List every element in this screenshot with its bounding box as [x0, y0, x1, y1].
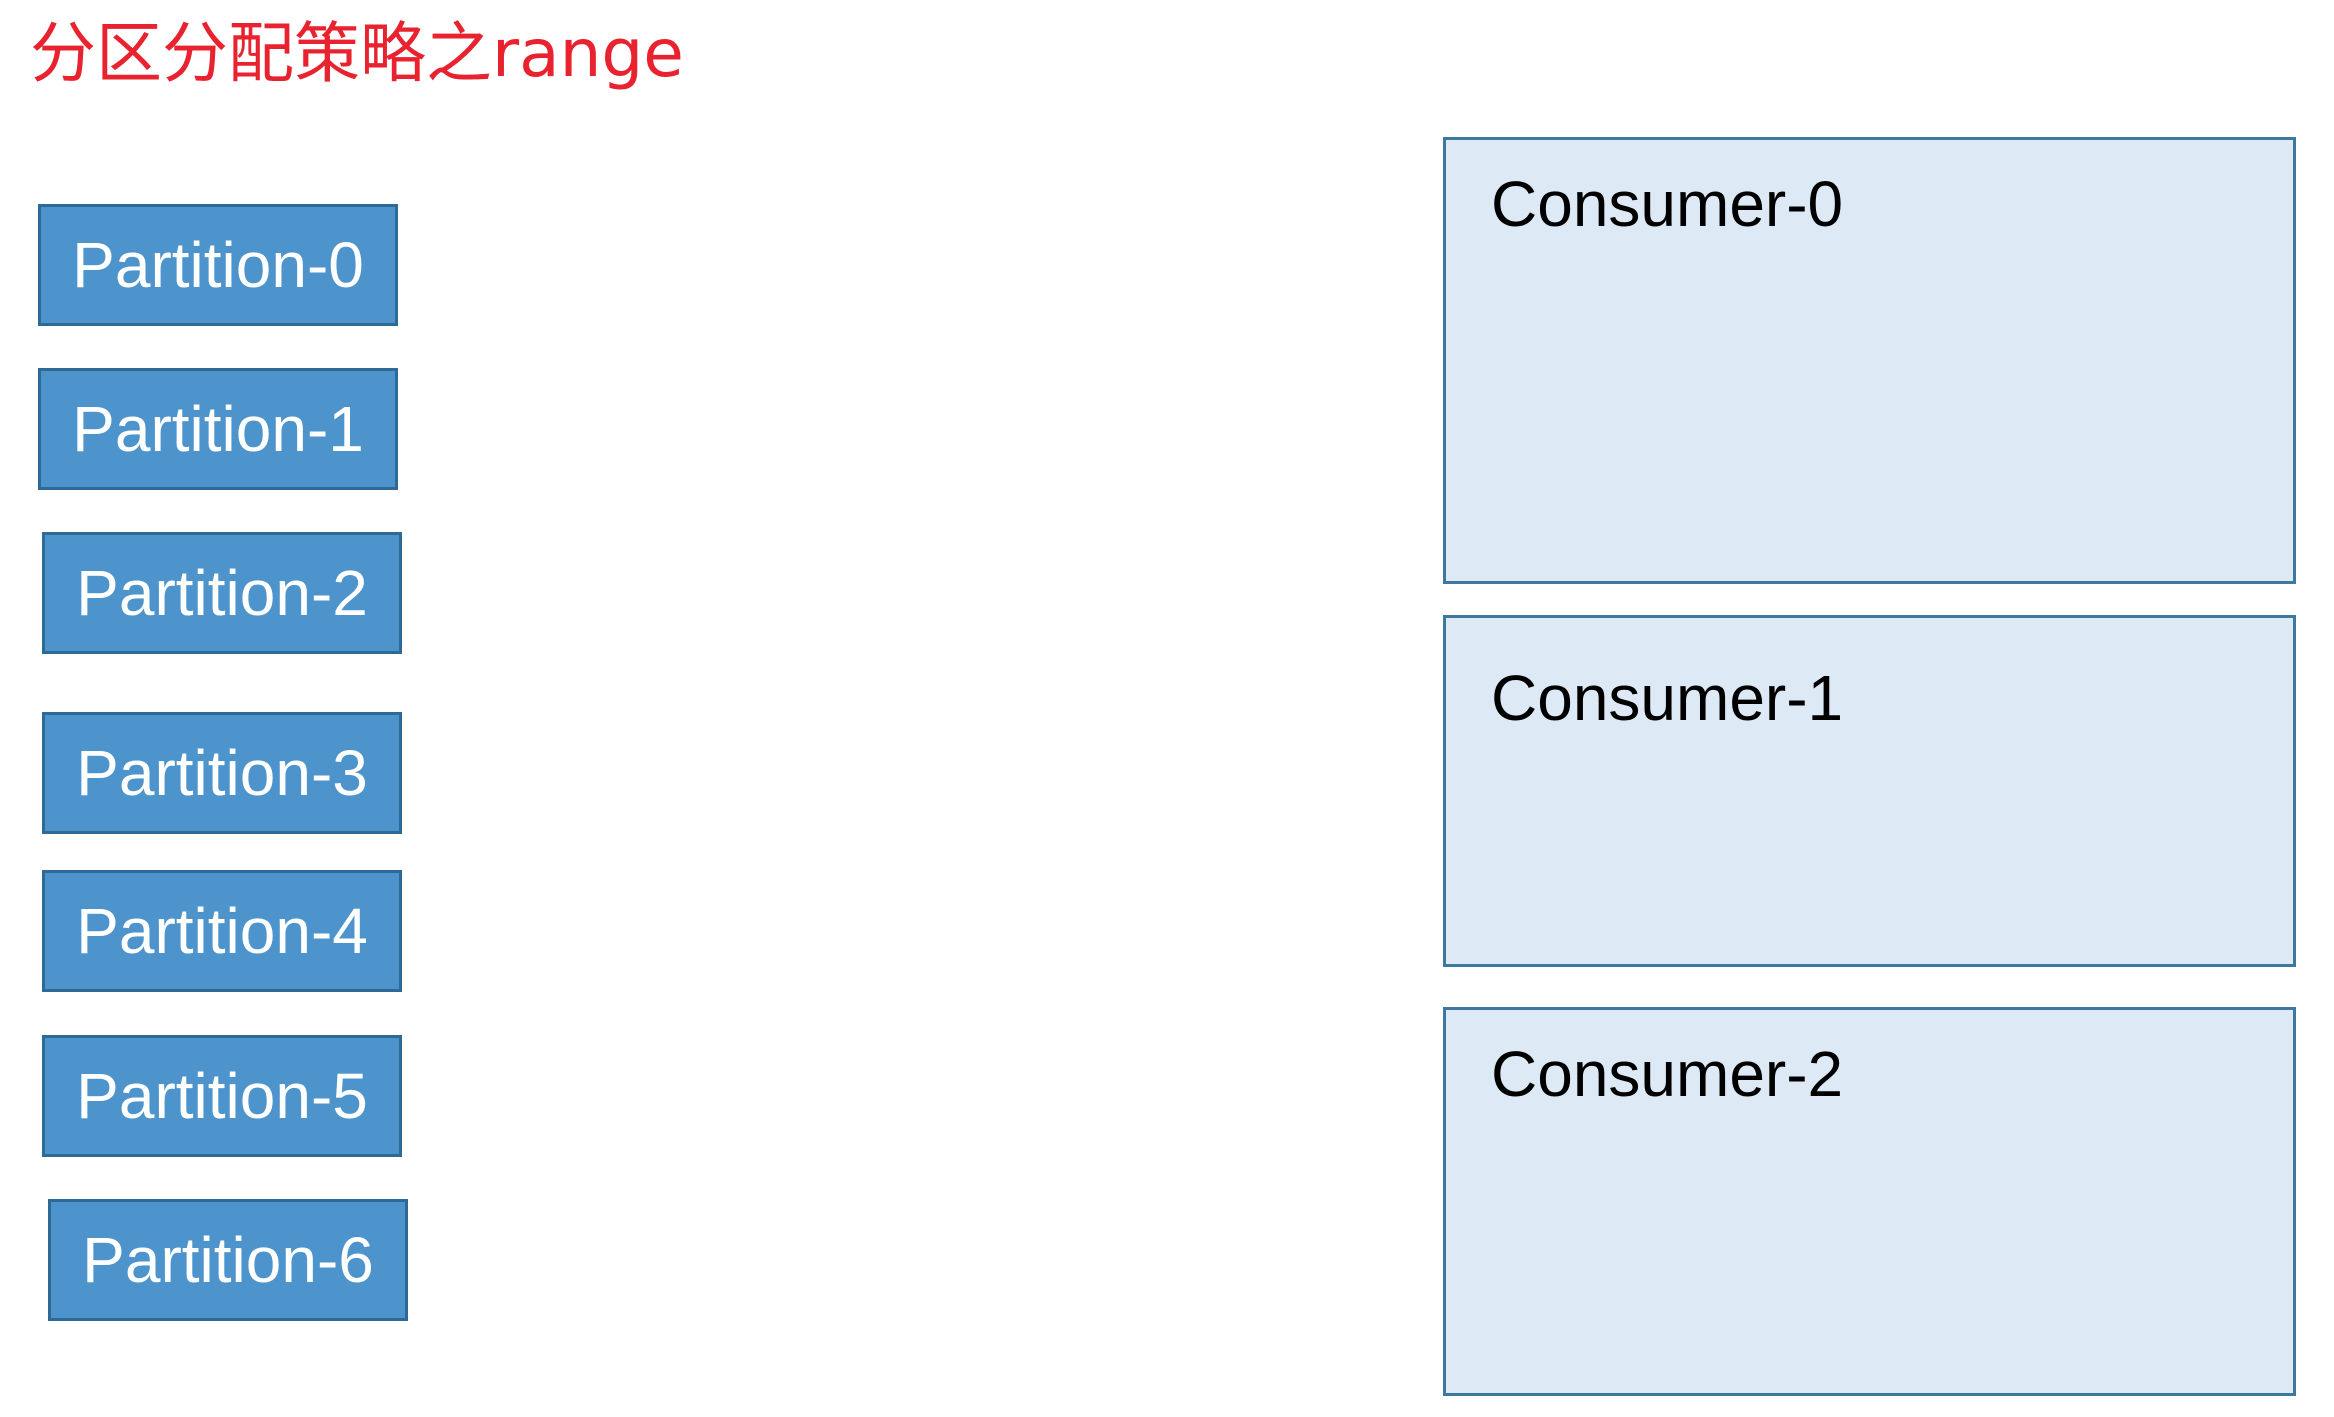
consumer-2-box: Consumer-2 — [1443, 1007, 2296, 1396]
partition-0-box: Partition-0 — [38, 204, 398, 326]
consumer-0-label: Consumer-0 — [1491, 168, 1844, 240]
consumer-1-label: Consumer-1 — [1491, 662, 1844, 734]
consumer-2-label: Consumer-2 — [1491, 1038, 1844, 1110]
partition-2-box: Partition-2 — [42, 532, 402, 654]
partition-5-box: Partition-5 — [42, 1035, 402, 1157]
partition-3-box: Partition-3 — [42, 712, 402, 834]
partition-6-box: Partition-6 — [48, 1199, 408, 1321]
partition-4-box: Partition-4 — [42, 870, 402, 992]
consumer-0-box: Consumer-0 — [1443, 137, 2296, 584]
consumer-1-box: Consumer-1 — [1443, 615, 2296, 967]
partition-1-box: Partition-1 — [38, 368, 398, 490]
diagram-title: 分区分配策略之range — [30, 15, 684, 92]
